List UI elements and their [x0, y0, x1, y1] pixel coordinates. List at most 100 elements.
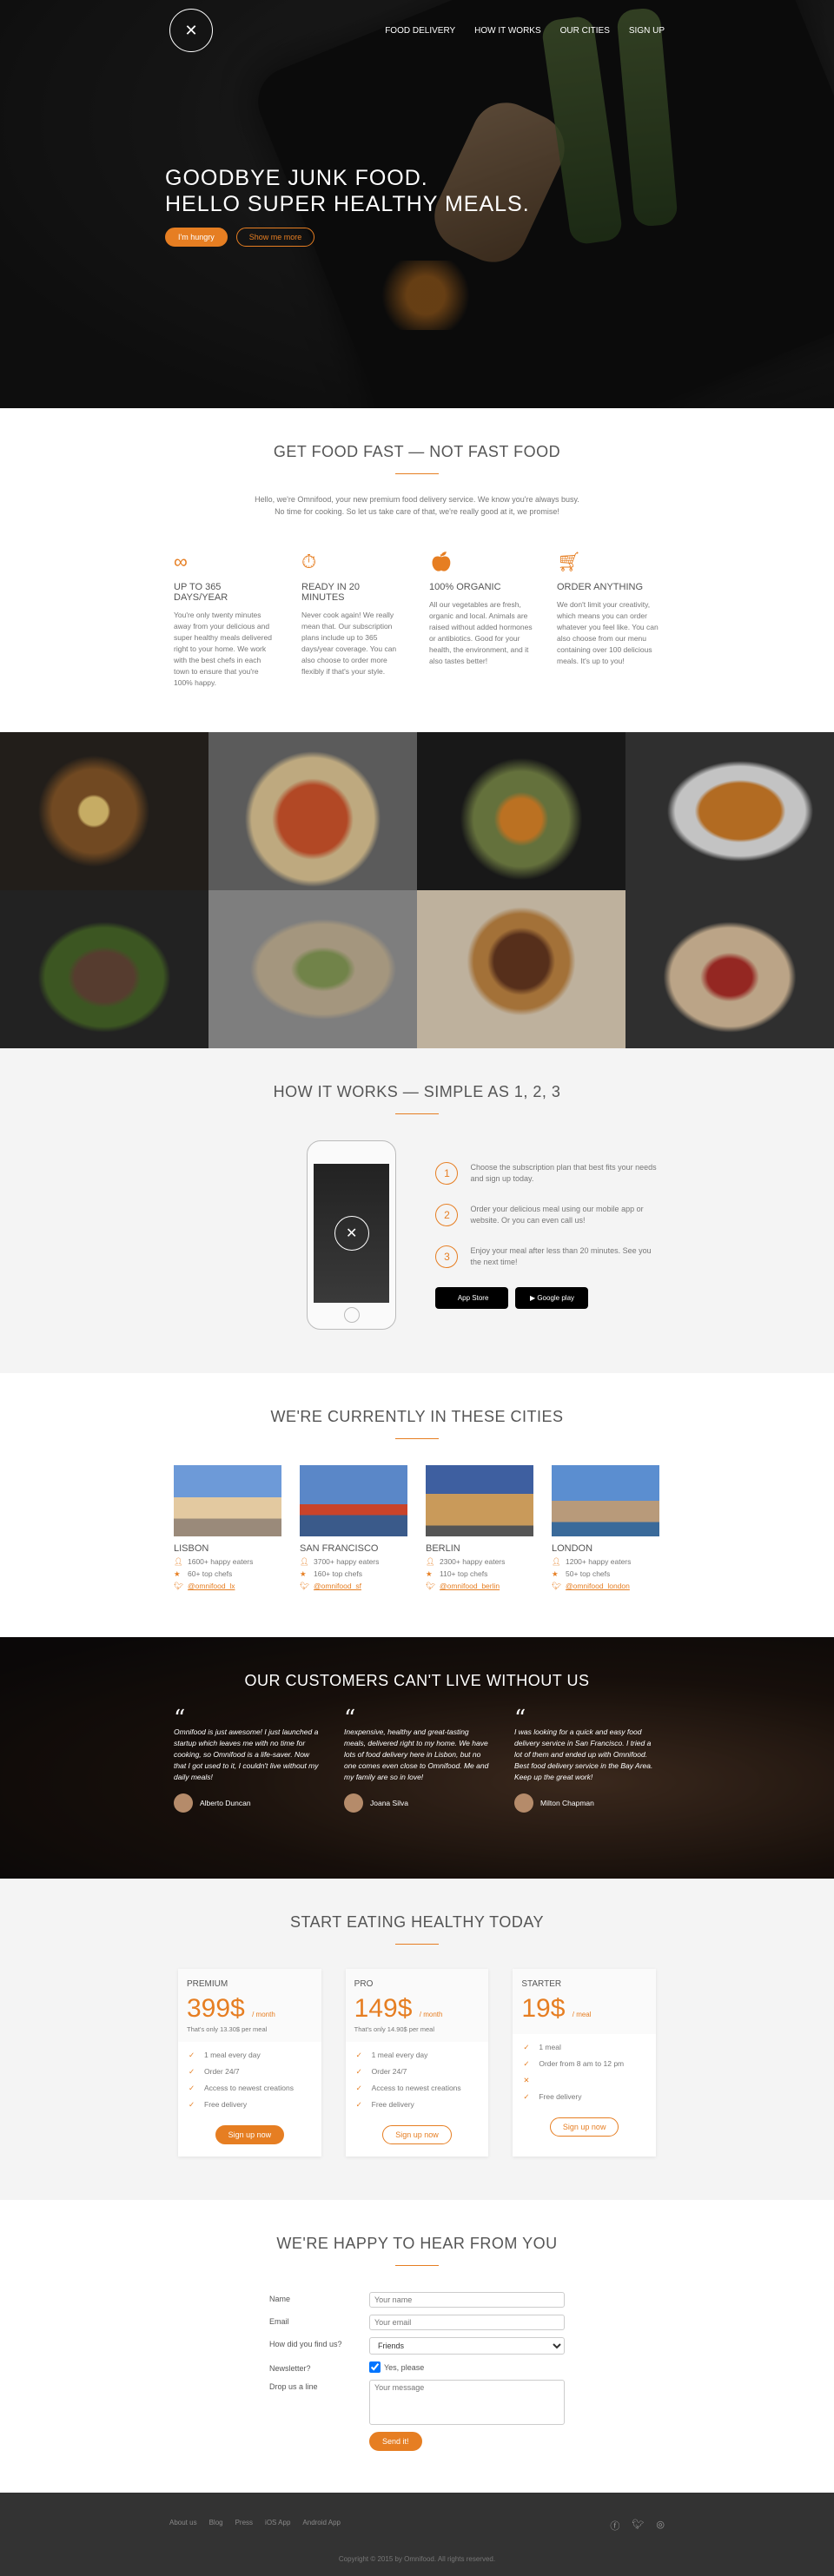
city-photo-london: [552, 1465, 659, 1536]
gallery-photo[interactable]: [626, 890, 834, 1048]
steps-list: 1 Choose the subscription plan that best…: [435, 1161, 660, 1309]
sign-up-button[interactable]: Sign up now: [215, 2125, 285, 2144]
person-icon: 👤︎: [426, 1557, 435, 1566]
section-title: We're happy to hear from you: [0, 2235, 834, 2266]
testimonial: “ I was looking for a quick and easy foo…: [514, 1707, 660, 1813]
twitter-link[interactable]: @omnifood_sf: [314, 1582, 361, 1591]
fork-knife-icon[interactable]: ✕: [169, 9, 213, 52]
name-input[interactable]: [369, 2292, 565, 2308]
feature-label: Access to newest creations: [371, 2084, 461, 2092]
feature-label: Free delivery: [371, 2100, 414, 2109]
newsletter-checkbox[interactable]: [369, 2361, 381, 2373]
app-store-label: App Store: [457, 1293, 489, 1302]
gallery-photo[interactable]: [417, 732, 626, 890]
avatar: [174, 1793, 193, 1813]
twitter-link[interactable]: @omnifood_lx: [188, 1582, 235, 1591]
twitter-link[interactable]: @omnifood_berlin: [440, 1582, 500, 1591]
footer-link-about[interactable]: About us: [169, 2519, 197, 2533]
plan-feature: ✓ Order 24/7: [189, 2064, 311, 2080]
sign-up-button[interactable]: Sign up now: [382, 2125, 452, 2144]
section-title: Our customers can't live without us: [244, 1672, 590, 1689]
twitter-link[interactable]: @omnifood_london: [566, 1582, 630, 1591]
plan-cta: Sign up now: [178, 2118, 321, 2157]
check-icon: ✓: [523, 2059, 530, 2068]
nav-item-food-delivery[interactable]: Food delivery: [385, 26, 455, 36]
stopwatch-icon: ⏱: [301, 551, 317, 572]
infinity-icon: ∞: [174, 551, 188, 572]
gallery-photo[interactable]: [0, 732, 208, 890]
feature-item: 🍎︎ 100% organic All our vegetables are f…: [429, 551, 533, 689]
check-icon: ✓: [523, 2092, 530, 2101]
nav-item-our-cities[interactable]: Our cities: [560, 26, 610, 36]
apple-icon: 🍎︎: [429, 551, 453, 572]
quote-icon: “: [174, 1706, 186, 1732]
plan-price: 149$ / month: [354, 1994, 480, 2024]
footer-link-android[interactable]: Android App: [302, 2519, 341, 2533]
city-chefs: ★ 160+ top chefs: [300, 1569, 407, 1579]
plan-features: ✓ 1 meal ✓ Order from 8 am to 12 pm ✕ ✓ Fre…: [513, 2034, 656, 2110]
step-item: 2 Order your delicious meal using our mo…: [435, 1203, 660, 1226]
city-eaters: 👤︎ 2300+ happy eaters: [426, 1557, 533, 1567]
chefs-text: 50+ top chefs: [566, 1569, 611, 1578]
form-row: Name: [269, 2292, 565, 2308]
gallery-photo[interactable]: [208, 732, 417, 890]
gallery-photo[interactable]: [0, 890, 208, 1048]
message-textarea[interactable]: [369, 2380, 565, 2425]
gallery-photo[interactable]: [417, 890, 626, 1048]
author-name: Joana Silva: [370, 1799, 408, 1807]
twitter-icon: 🐦︎: [300, 1582, 309, 1590]
plan-price: 19$ / meal: [521, 1994, 647, 2024]
form-row: Drop us a line: [269, 2380, 565, 2425]
price-period: / meal: [572, 2011, 592, 2018]
footer-link-press[interactable]: Press: [235, 2519, 253, 2533]
eaters-text: 1200+ happy eaters: [566, 1557, 632, 1566]
city-chefs: ★ 60+ top chefs: [174, 1569, 281, 1579]
find-us-select[interactable]: Friends: [369, 2337, 565, 2355]
gallery-photo[interactable]: [208, 890, 417, 1048]
play-logo-icon: ▶: [529, 1293, 536, 1302]
twitter-icon: 🐦︎: [552, 1582, 561, 1590]
person-icon: 👤︎: [174, 1557, 183, 1566]
hero-section: ✕ Food delivery How it works Our cities …: [0, 0, 834, 408]
nav-item-how-it-works[interactable]: How it works: [474, 26, 540, 36]
plan-feature: ✓ Free delivery: [356, 2097, 479, 2113]
footer-social: ⓕ 🐦︎ ◎: [610, 2519, 665, 2533]
form-row: How did you find us? Friends: [269, 2337, 565, 2355]
star-icon: ★: [426, 1569, 433, 1578]
person-icon: 👤︎: [552, 1557, 561, 1566]
chefs-text: 110+ top chefs: [440, 1569, 488, 1578]
im-hungry-button[interactable]: I'm hungry: [165, 228, 228, 247]
google-play-badge[interactable]: ▶ Google play: [515, 1286, 589, 1309]
send-button[interactable]: Send it!: [369, 2432, 422, 2451]
footer-link-ios[interactable]: iOS App: [265, 2519, 290, 2533]
sign-up-button[interactable]: Sign up now: [549, 2117, 619, 2137]
nav-item-sign-up[interactable]: Sign up: [629, 26, 665, 36]
check-icon: ✓: [523, 2043, 530, 2051]
nav-list: Food delivery How it works Our cities Si…: [385, 26, 665, 36]
feature-label: 1 meal every day: [371, 2051, 428, 2059]
feature-label: Order from 8 am to 12 pm: [539, 2059, 625, 2068]
fork-knife-icon: ✕: [334, 1216, 369, 1251]
facebook-icon[interactable]: ⓕ: [610, 2519, 619, 2533]
plan-header: Starter 19$ / meal: [513, 1969, 657, 2034]
step-text: Choose the subscription plan that best f…: [470, 1162, 657, 1183]
submit-spacer: [269, 2432, 369, 2434]
show-more-button[interactable]: Show me more: [235, 228, 315, 247]
city-chefs: ★ 110+ top chefs: [426, 1569, 533, 1579]
twitter-icon[interactable]: 🐦︎: [632, 2519, 644, 2533]
city-twitter: 🐦︎ @omnifood_berlin: [426, 1582, 533, 1591]
footer-link-blog[interactable]: Blog: [209, 2519, 223, 2533]
app-store-badge[interactable]: App Store: [435, 1286, 509, 1309]
chefs-text: 160+ top chefs: [314, 1569, 363, 1578]
plan-feature: ✓ Order 24/7: [356, 2064, 479, 2080]
plan-name: Pro: [354, 1979, 374, 1989]
section-title: We're currently in these cities: [0, 1408, 834, 1439]
plan-feature: ✓ Access to newest creations: [189, 2080, 311, 2097]
features-intro: Hello, we're Omnifood, your new premium …: [255, 495, 579, 516]
email-input[interactable]: [369, 2315, 565, 2330]
city-name: London: [552, 1543, 593, 1554]
instagram-icon[interactable]: ◎: [656, 2519, 665, 2533]
price-value: 19$: [521, 1994, 566, 2023]
feature-text: We don't limit your creativity, which me…: [557, 600, 659, 665]
gallery-photo[interactable]: [626, 732, 834, 890]
